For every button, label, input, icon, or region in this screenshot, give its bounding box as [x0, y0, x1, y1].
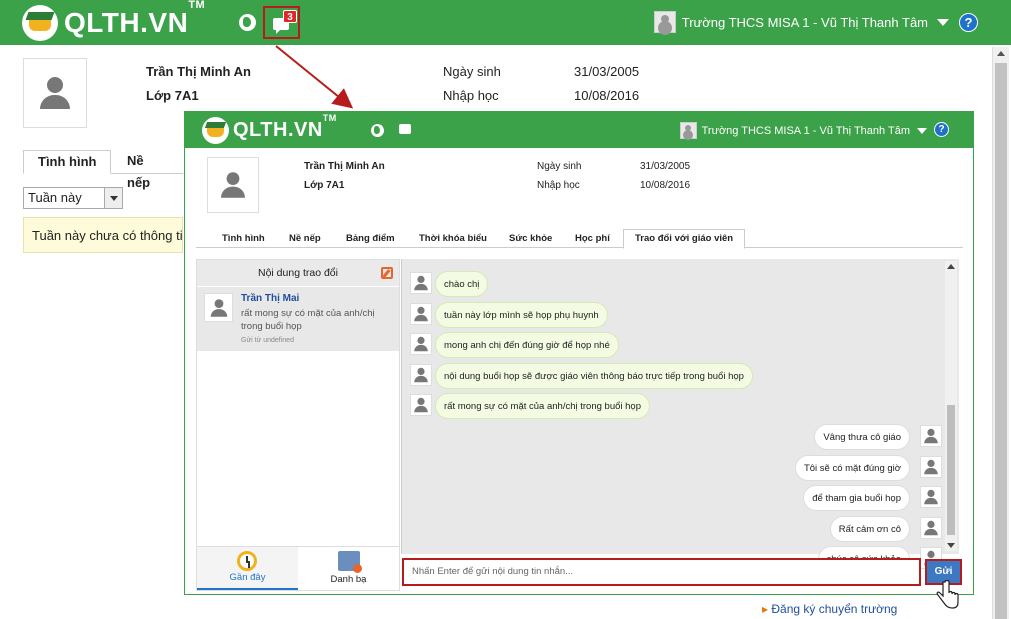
- student-avatar: [207, 157, 259, 213]
- user-avatar: [679, 122, 697, 139]
- student-avatar: [23, 58, 87, 128]
- chevron-down-icon: [937, 18, 949, 26]
- period-select[interactable]: Tuần này: [23, 187, 123, 209]
- enroll-label: Nhập học: [537, 180, 580, 191]
- avatar: [410, 394, 432, 416]
- conversation-item[interactable]: Trần Thị Mai rất mong sự có mặt của anh/…: [197, 287, 399, 351]
- hand-cursor-icon: [936, 580, 959, 609]
- conversation-name: Trần Thị Mai: [241, 293, 300, 304]
- tab-ne-nep[interactable]: Nề nếp: [289, 231, 321, 248]
- tab-bang-diem[interactable]: Bảng điểm: [346, 231, 395, 248]
- student-class: Lớp 7A1: [146, 88, 199, 103]
- enroll-value: 10/08/2016: [640, 180, 691, 191]
- logo[interactable]: QLTH.VNTM: [22, 0, 206, 41]
- avatar: [920, 456, 942, 478]
- tab-suc-khoe[interactable]: Sức khỏe: [509, 231, 552, 248]
- avatar: [410, 272, 432, 294]
- conversation-preview: rất mong sự có mặt của anh/chị trong buổ…: [241, 308, 375, 332]
- tab-tinh-hinh[interactable]: Tình hình: [23, 150, 112, 174]
- avatar: [920, 517, 942, 539]
- background-tabs: Tình hình Nề nếp: [23, 144, 183, 190]
- zoom-logo[interactable]: QLTH.VNTM: [202, 113, 337, 144]
- chevron-down-icon: [917, 127, 927, 134]
- tab-trao-doi[interactable]: Trao đổi với giáo viên: [623, 229, 746, 249]
- avatar: [410, 303, 432, 325]
- enroll-value: 10/08/2016: [574, 88, 640, 103]
- avatar: [204, 293, 233, 322]
- tab-contacts[interactable]: Danh bạ: [298, 547, 399, 590]
- conversation-source: Gửi từ undefined: [241, 337, 294, 344]
- tab-recent[interactable]: Gần đây: [197, 547, 298, 590]
- message-input[interactable]: Nhấn Enter để gửi nội dung tin nhắn...: [402, 558, 921, 586]
- page-scrollbar[interactable]: [992, 47, 1009, 619]
- dob-label: Ngày sinh: [443, 64, 501, 79]
- avatar: [410, 333, 432, 355]
- conversation-sidebar: Nội dung trao đổi Trần Thị Mai rất mong …: [196, 259, 400, 591]
- student-name: Trần Thị Minh An: [146, 64, 251, 79]
- chat-scrollbar[interactable]: [945, 261, 957, 551]
- dob-value: 31/03/2005: [574, 64, 640, 79]
- globe-icon[interactable]: [239, 14, 256, 31]
- sidebar-footer: Gần đây Danh bạ: [197, 546, 399, 590]
- logo-text: QLTH.VNTM: [64, 0, 206, 38]
- zoom-top-bar: QLTH.VNTM Trường THCS MISA 1 - Vũ Thị Th…: [185, 112, 973, 148]
- notice-box: Tuần này chưa có thông tin.: [23, 217, 183, 253]
- avatar: [920, 425, 942, 447]
- message-out: Tôi sẽ có mặt đúng giờ: [782, 455, 942, 481]
- help-icon[interactable]: ?: [959, 13, 978, 32]
- tab-thoi-khoa-bieu[interactable]: Thời khóa biểu: [419, 231, 487, 248]
- student-name: Trần Thị Minh An: [304, 161, 385, 172]
- top-bar: QLTH.VNTM 3 Trường THCS MISA 1 - Vũ Thị …: [0, 0, 1011, 45]
- dob-label: Ngày sinh: [537, 161, 582, 172]
- message-out: Rất cảm ơn cô: [802, 516, 942, 542]
- logo-icon: [202, 117, 229, 144]
- zoom-tabs: Tình hình Nề nếp Bảng điểm Thời khóa biể…: [196, 227, 963, 249]
- contacts-icon: [338, 551, 362, 573]
- help-icon[interactable]: ?: [934, 122, 949, 137]
- messages-button[interactable]: 3: [263, 6, 300, 39]
- avatar: [920, 486, 942, 508]
- transfer-school-link[interactable]: Đăng ký chuyển trường: [762, 602, 897, 616]
- tab-ne-nep[interactable]: Nề nếp: [113, 150, 183, 190]
- tab-tinh-hinh[interactable]: Tình hình: [222, 231, 265, 248]
- chat-messages: chào chị tuần này lớp mình sẽ họp phụ hu…: [401, 259, 959, 572]
- sidebar-header: Nội dung trao đổi: [197, 260, 399, 286]
- message-out: Vâng thưa cô giáo: [802, 424, 942, 450]
- globe-icon[interactable]: [371, 124, 384, 137]
- zoomed-screenshot: QLTH.VNTM Trường THCS MISA 1 - Vũ Thị Th…: [184, 111, 974, 595]
- clock-icon: [237, 551, 257, 571]
- message-count-badge: 3: [283, 10, 297, 23]
- user-menu[interactable]: Trường THCS MISA 1 - Vũ Thị Thanh Tâm: [653, 11, 949, 33]
- chevron-down-icon: [104, 188, 122, 208]
- user-label: Trường THCS MISA 1 - Vũ Thị Thanh Tâm: [681, 14, 928, 30]
- logo-icon: [22, 5, 58, 41]
- enroll-label: Nhập học: [443, 88, 499, 103]
- zoom-user-menu[interactable]: Trường THCS MISA 1 - Vũ Thị Thanh Tâm: [679, 122, 927, 139]
- chat-icon[interactable]: [399, 124, 411, 134]
- tab-hoc-phi[interactable]: Học phí: [575, 231, 610, 248]
- student-class: Lớp 7A1: [304, 180, 345, 191]
- user-avatar: [653, 11, 676, 33]
- message-out: để tham gia buổi họp: [782, 485, 942, 511]
- dob-value: 31/03/2005: [640, 161, 691, 172]
- avatar: [410, 364, 432, 386]
- compose-icon[interactable]: [381, 267, 393, 279]
